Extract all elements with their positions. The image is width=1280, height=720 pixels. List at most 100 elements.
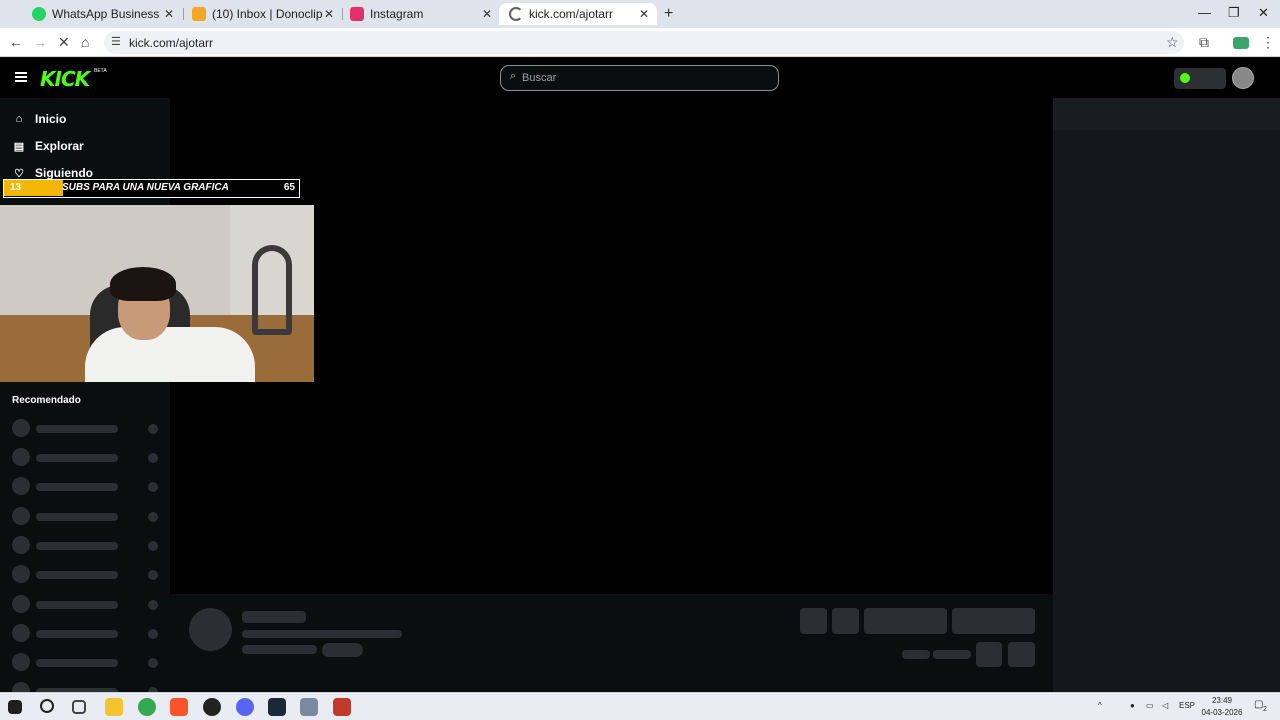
- profile-icon[interactable]: [1233, 37, 1249, 49]
- viewer-count-placeholder: [902, 650, 930, 659]
- address-text[interactable]: kick.com/ajotarr: [129, 36, 213, 50]
- tab-instagram[interactable]: Instagram ✕: [340, 3, 500, 25]
- close-icon[interactable]: ✕: [164, 7, 174, 21]
- obs-icon[interactable]: [203, 698, 221, 716]
- more-button-placeholder[interactable]: [1008, 642, 1035, 667]
- home-button-icon[interactable]: ⌂: [81, 34, 89, 50]
- list-item[interactable]: [12, 419, 162, 437]
- minimize-button[interactable]: —: [1198, 5, 1211, 20]
- action-button-placeholder[interactable]: [800, 608, 827, 634]
- menu-icon[interactable]: ⋮: [1261, 34, 1275, 51]
- tab-title: kick.com/ajotarr: [529, 7, 614, 21]
- tab-donoclip[interactable]: (10) Inbox | Donoclip ✕: [182, 3, 342, 25]
- system-clock[interactable]: 23:49 04-03-2026: [1200, 695, 1244, 719]
- stream-title-placeholder: [242, 630, 402, 638]
- browser-toolbar: ← → ✕ ⌂ ☰ kick.com/ajotarr ☆ ⧉ ⋮: [0, 28, 1280, 57]
- list-item[interactable]: [12, 448, 162, 466]
- webcam-overlay: [0, 205, 314, 382]
- clock-time: 23:49: [1211, 696, 1233, 705]
- tab-title: Instagram: [370, 7, 424, 21]
- subscribe-button-placeholder[interactable]: [952, 608, 1035, 634]
- instagram-icon: [350, 7, 364, 21]
- sub-goal-target: 65: [283, 182, 295, 193]
- recommended-title: Recomendado: [12, 395, 81, 406]
- restore-button[interactable]: ❐: [1228, 5, 1240, 21]
- stop-loading-icon[interactable]: ✕: [58, 34, 70, 51]
- action-button-placeholder[interactable]: [832, 608, 859, 634]
- back-icon[interactable]: ←: [9, 34, 23, 50]
- sidebar-item-siguiendo[interactable]: ♡ Siguiendo: [12, 166, 93, 180]
- app-icon[interactable]: [300, 698, 318, 716]
- chat-panel: [1053, 98, 1280, 692]
- kick-points-icon: [1180, 73, 1190, 83]
- beta-badge: BETA: [94, 68, 107, 74]
- kick-header: KICK BETA ⌕: [0, 58, 1280, 98]
- mic-icon[interactable]: ●: [1130, 701, 1135, 710]
- category-placeholder: [242, 645, 317, 654]
- list-item[interactable]: [12, 624, 162, 642]
- address-bar[interactable]: ☰ kick.com/ajotarr ☆: [104, 31, 1184, 54]
- donoclip-icon: [192, 7, 206, 21]
- heart-icon: ♡: [14, 167, 24, 180]
- clock-date: 04-03-2026: [1201, 708, 1243, 717]
- kick-points-button[interactable]: [1174, 68, 1226, 89]
- list-item[interactable]: [12, 595, 162, 613]
- streamer-hair: [110, 267, 176, 301]
- search-icon[interactable]: [40, 699, 54, 713]
- loading-icon: [509, 7, 523, 21]
- channel-avatar-placeholder: [189, 608, 232, 651]
- list-item[interactable]: [12, 536, 162, 554]
- new-tab-button[interactable]: +: [664, 5, 673, 23]
- windows-start-icon[interactable]: [8, 700, 22, 714]
- video-app-icon[interactable]: [333, 698, 351, 716]
- list-item[interactable]: [12, 653, 162, 671]
- stream-info: [170, 594, 1053, 692]
- sidebar-item-inicio[interactable]: ⌂ Inicio: [12, 112, 67, 126]
- list-item[interactable]: [12, 477, 162, 495]
- close-icon[interactable]: ✕: [639, 7, 649, 21]
- browser-tab-bar: WhatsApp Business ✕ (10) Inbox | Donocli…: [0, 0, 1280, 28]
- discord-icon[interactable]: [236, 698, 254, 716]
- list-item[interactable]: [12, 507, 162, 525]
- sub-goal-bar: 13 SUBS PARA UNA NUEVA GRAFICA 65: [3, 179, 300, 198]
- file-explorer-icon[interactable]: [105, 698, 123, 716]
- streamer-shirt: [85, 327, 255, 382]
- close-icon[interactable]: ✕: [324, 7, 334, 21]
- sidebar-item-label: Siguiendo: [35, 166, 93, 180]
- tab-kick[interactable]: kick.com/ajotarr ✕: [499, 3, 657, 25]
- sidebar-item-label: Inicio: [35, 112, 67, 126]
- tray-chevron-icon[interactable]: ^: [1098, 701, 1102, 710]
- list-item[interactable]: [12, 682, 162, 692]
- task-view-icon[interactable]: [72, 700, 86, 714]
- list-item[interactable]: [12, 565, 162, 583]
- search-input[interactable]: [522, 68, 762, 88]
- extensions-icon[interactable]: ⧉: [1199, 34, 1209, 51]
- notification-count: 2: [1263, 706, 1267, 713]
- site-info-icon[interactable]: ☰: [111, 35, 121, 48]
- chrome-icon[interactable]: [138, 698, 156, 716]
- follow-button-placeholder[interactable]: [864, 608, 947, 634]
- uptime-placeholder: [933, 650, 971, 659]
- network-icon[interactable]: ▭: [1146, 701, 1154, 710]
- window-close-button[interactable]: ✕: [1258, 5, 1269, 21]
- kick-logo[interactable]: KICK: [40, 67, 90, 91]
- language-indicator[interactable]: ESP: [1179, 701, 1195, 710]
- volume-icon[interactable]: ◁: [1162, 701, 1168, 710]
- hamburger-menu-icon[interactable]: [15, 72, 27, 82]
- search-icon: ⌕: [510, 70, 517, 82]
- sidebar-item-explorar[interactable]: ▤ Explorar: [12, 139, 84, 153]
- tab-title: WhatsApp Business: [52, 7, 160, 21]
- share-button-placeholder[interactable]: [976, 642, 1002, 667]
- user-avatar[interactable]: [1232, 67, 1254, 89]
- explore-icon: ▤: [13, 140, 25, 153]
- steam-icon[interactable]: [268, 698, 286, 716]
- close-icon[interactable]: ✕: [482, 7, 492, 21]
- brave-icon[interactable]: [170, 698, 188, 716]
- search-box[interactable]: ⌕: [500, 65, 779, 91]
- forward-icon[interactable]: →: [33, 34, 47, 50]
- taskbar: ^ ● ▭ ◁ ESP 23:49 04-03-2026 ▢ 2: [0, 692, 1280, 720]
- chat-header: [1053, 98, 1280, 130]
- tab-whatsapp[interactable]: WhatsApp Business ✕: [22, 3, 182, 25]
- channel-name-placeholder: [242, 611, 306, 623]
- bookmark-star-icon[interactable]: ☆: [1166, 34, 1179, 51]
